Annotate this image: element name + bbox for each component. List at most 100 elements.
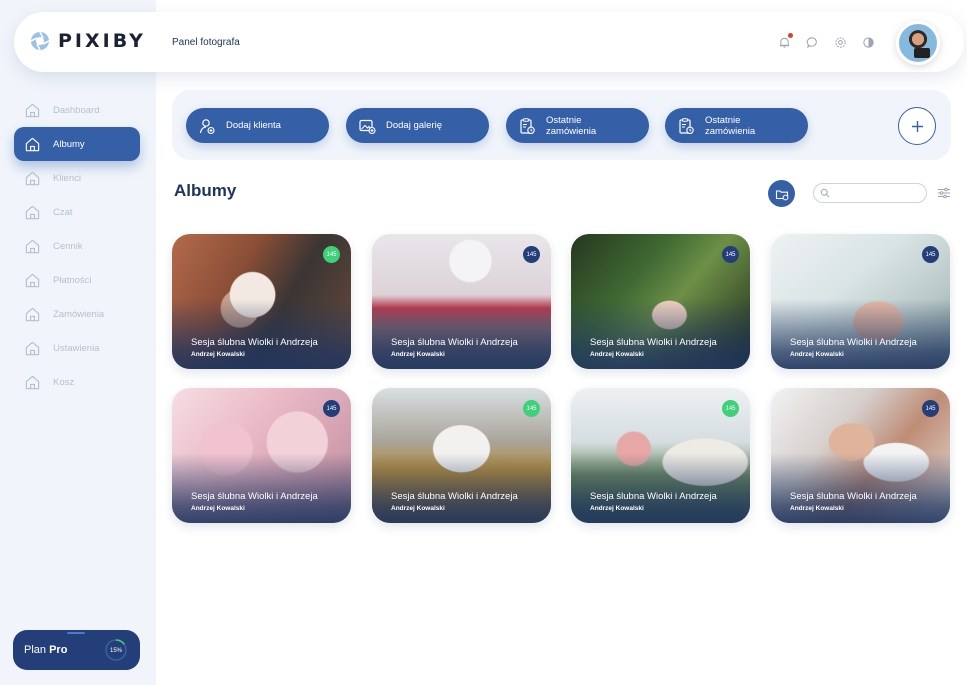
header-subtitle: Panel fotografa — [172, 37, 240, 48]
logo-text: PIXIBY — [58, 30, 146, 52]
photo-count-badge: 145 — [922, 246, 939, 263]
album-title: Sesja ślubna Wiolki i Andrzeja — [191, 337, 318, 348]
sidebar-item-6[interactable]: Płatności — [14, 263, 140, 297]
photo-count-badge: 145 — [722, 246, 739, 263]
album-title: Sesja ślubna Wiolki i Andrzeja — [391, 337, 518, 348]
photo-count-badge: 145 — [922, 400, 939, 417]
search-box[interactable] — [813, 183, 927, 203]
album-author: Andrzej Kowalski — [391, 351, 445, 358]
album-overlay — [372, 453, 551, 523]
photo-count-badge: 145 — [323, 246, 340, 263]
album-title: Sesja ślubna Wiolki i Andrzeja — [191, 491, 318, 502]
sidebar-item-label: Dashboard — [53, 104, 100, 116]
album-card[interactable]: 145 Sesja ślubna Wiolki i Andrzeja Andrzej… — [771, 388, 950, 523]
plan-name: Pro — [49, 644, 68, 656]
album-card[interactable]: 145 Sesja ślubna Wiolki i Andrzeja Andrzej… — [172, 388, 351, 523]
album-overlay — [571, 453, 750, 523]
album-card[interactable]: 145 Sesja ślubna Wiolki i Andrzeja Andrzej… — [571, 234, 750, 369]
bell-icon[interactable] — [778, 33, 793, 49]
plus-icon — [911, 120, 923, 132]
home-icon — [24, 374, 41, 391]
album-card[interactable]: 145 Sesja ślubna Wiolki i Andrzeja Andrzej… — [372, 388, 551, 523]
sidebar-item-label: Płatności — [53, 274, 92, 286]
sidebar-item-label: Kosz — [53, 376, 75, 388]
home-icon — [24, 272, 41, 289]
sidebar-item-1[interactable]: Dashboard — [14, 93, 140, 127]
plan-label: Plan Pro — [24, 644, 67, 656]
home-icon — [24, 238, 41, 255]
sidebar-item-3[interactable]: Klienci — [14, 161, 140, 195]
folder-plus-icon — [775, 189, 788, 200]
action-button-1[interactable]: Dodaj klienta — [186, 108, 329, 143]
page-title: Albumy — [174, 181, 237, 200]
sliders-icon — [938, 187, 950, 199]
sidebar-item-5[interactable]: Cennik — [14, 229, 140, 263]
album-overlay — [372, 299, 551, 369]
photo-count-badge: 145 — [323, 400, 340, 417]
action-label: Ostatnie zamówienia — [546, 114, 597, 137]
album-overlay — [771, 299, 950, 369]
album-title: Sesja ślubna Wiolki i Andrzeja — [590, 491, 717, 502]
add-action-button[interactable] — [898, 107, 936, 145]
plan-card[interactable]: Plan Pro 15% — [13, 630, 140, 670]
photo-count-badge: 145 — [722, 400, 739, 417]
sidebar-item-9[interactable]: Kosz — [14, 365, 140, 399]
chat-icon[interactable] — [806, 36, 819, 49]
search-icon — [820, 188, 830, 198]
aperture-logo-icon — [30, 31, 50, 51]
sidebar-item-label: Albumy — [53, 138, 85, 150]
action-label: Ostatnie zamówienia — [705, 114, 756, 137]
album-card[interactable]: 145 Sesja ślubna Wiolki i Andrzeja Andrzej… — [372, 234, 551, 369]
quick-actions: Dodaj klienta Dodaj galerię Ostatnie zamów… — [172, 90, 951, 160]
logo[interactable]: PIXIBY — [30, 30, 146, 52]
action-label: Dodaj galerię — [386, 120, 442, 131]
sidebar-item-label: Zamówienia — [53, 308, 105, 320]
plan-progress-ring: 15% — [105, 639, 127, 661]
album-author: Andrzej Kowalski — [790, 351, 844, 358]
sidebar-item-8[interactable]: Ustawienia — [14, 331, 140, 365]
album-title: Sesja ślubna Wiolki i Andrzeja — [790, 491, 917, 502]
home-icon — [24, 170, 41, 187]
avatar[interactable] — [896, 21, 940, 65]
gear-icon[interactable] — [834, 36, 847, 49]
sidebar-nav: Dashboard Albumy Klienci Czat Cennik Płatnośc… — [14, 96, 140, 399]
album-author: Andrzej Kowalski — [391, 505, 445, 512]
header-icons — [778, 33, 875, 49]
avatar-camera — [914, 48, 930, 58]
filter-button[interactable] — [937, 186, 951, 200]
album-title: Sesja ślubna Wiolki i Andrzeja — [790, 337, 917, 348]
album-overlay — [571, 299, 750, 369]
album-author: Andrzej Kowalski — [191, 351, 245, 358]
sidebar-item-4[interactable]: Czat — [14, 195, 140, 229]
album-card[interactable]: 145 Sesja ślubna Wiolki i Andrzeja Andrzej… — [571, 388, 750, 523]
plan-prefix: Plan — [24, 644, 47, 656]
search-input[interactable] — [834, 188, 924, 198]
album-author: Andrzej Kowalski — [590, 505, 644, 512]
album-overlay — [172, 299, 351, 369]
add-album-button[interactable] — [768, 180, 795, 207]
album-title: Sesja ślubna Wiolki i Andrzeja — [590, 337, 717, 348]
action-label: Dodaj klienta — [226, 120, 281, 131]
album-author: Andrzej Kowalski — [191, 505, 245, 512]
album-author: Andrzej Kowalski — [790, 505, 844, 512]
contrast-icon[interactable] — [862, 36, 875, 49]
home-icon — [24, 306, 41, 323]
sidebar-item-7[interactable]: Zamówienia — [14, 297, 140, 331]
album-author: Andrzej Kowalski — [590, 351, 644, 358]
action-button-4[interactable]: Ostatnie zamówienia — [665, 108, 808, 143]
add-gallery-icon — [358, 117, 376, 135]
sidebar-item-2[interactable]: Albumy — [14, 127, 140, 161]
album-title: Sesja ślubna Wiolki i Andrzeja — [391, 491, 518, 502]
album-card[interactable]: 145 Sesja ślubna Wiolki i Andrzeja Andrzej… — [172, 234, 351, 369]
album-overlay — [172, 453, 351, 523]
album-overlay — [771, 453, 950, 523]
plan-progress-label: 15% — [110, 648, 123, 654]
album-card[interactable]: 145 Sesja ślubna Wiolki i Andrzeja Andrzej… — [771, 234, 950, 369]
add-user-icon — [198, 117, 216, 135]
action-button-3[interactable]: Ostatnie zamówienia — [506, 108, 649, 143]
action-button-2[interactable]: Dodaj galerię — [346, 108, 489, 143]
notification-dot — [788, 33, 793, 38]
sidebar-item-label: Klienci — [53, 172, 81, 184]
clipboard-clock-icon — [677, 117, 695, 135]
photo-count-badge: 145 — [523, 400, 540, 417]
